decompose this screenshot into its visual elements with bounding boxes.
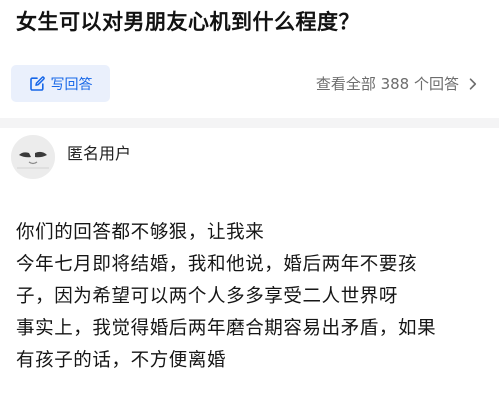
answer-line: 子，因为希望可以两个人多多享受二人世界呀 bbox=[16, 286, 399, 307]
author-name[interactable]: 匿名用户 bbox=[67, 142, 131, 166]
answer-line: 今年七月即将结婚，我和他说，婚后两年不要孩 bbox=[16, 254, 418, 275]
write-answer-button[interactable]: 写回答 bbox=[11, 65, 110, 102]
answer-line: 有孩子的话，不方便离婚 bbox=[16, 350, 227, 371]
write-answer-label: 写回答 bbox=[50, 76, 93, 93]
section-divider bbox=[0, 118, 499, 128]
view-all-answers-label: 查看全部 388 个回答 bbox=[315, 75, 459, 93]
chevron-right-icon bbox=[469, 77, 477, 90]
answer-action-bar: 写回答 查看全部 388 个回答 bbox=[0, 48, 499, 118]
view-all-answers-link[interactable]: 查看全部 388 个回答 bbox=[316, 65, 477, 102]
question-title: 女生可以对男朋友心机到什么程度？ bbox=[16, 10, 360, 34]
answer-line: 你们的回答都不够狠，让我来 bbox=[16, 222, 265, 243]
answer-content: 你们的回答都不够狠，让我来 今年七月即将结婚，我和他说，婚后两年不要孩 子，因为… bbox=[16, 217, 486, 377]
answer-author-row: 匿名用户 bbox=[0, 128, 499, 198]
edit-icon bbox=[29, 75, 45, 92]
anonymous-avatar-icon[interactable] bbox=[11, 135, 55, 179]
answer-line: 事实上，我觉得婚后两年磨合期容易出矛盾，如果 bbox=[16, 318, 437, 339]
